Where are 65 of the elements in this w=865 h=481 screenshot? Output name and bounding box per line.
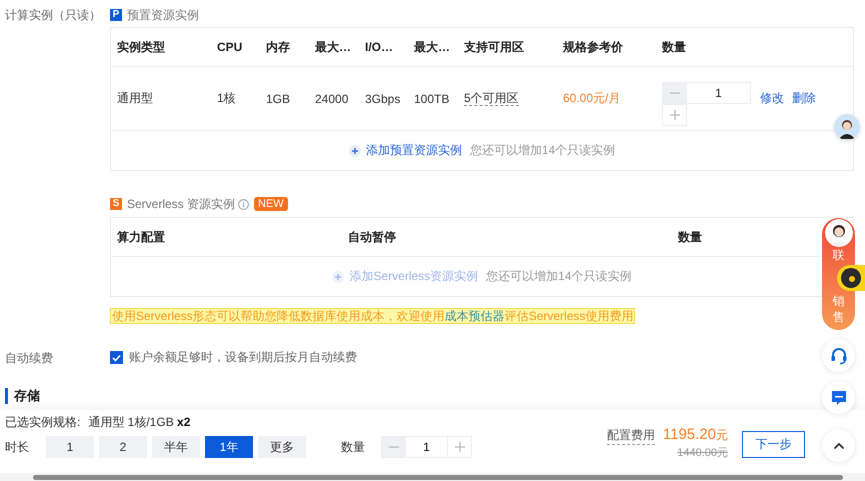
checkbox[interactable] (110, 351, 123, 364)
widget-text: 联 (832, 247, 844, 263)
column-header: I/O… (365, 40, 394, 54)
next-button[interactable]: 下一步 (742, 430, 805, 458)
spec-label: 已选实例规格: (5, 414, 80, 430)
action-link[interactable]: 修改 (760, 90, 784, 107)
table-cell-text: 1核 (217, 90, 237, 107)
add-instance-link[interactable]: 添加预置资源实例 (348, 142, 462, 159)
widget-text: 售 (832, 309, 844, 325)
table-cell-text: 通用型 (117, 90, 154, 107)
notice-banner: 使用Serverless形态可以帮助您降低数据库使用成本，欢迎使用成本预估器评估Serverless使用费用 (110, 308, 636, 324)
duration-option[interactable]: 1年 (205, 436, 253, 458)
section-heading: 存储 (14, 387, 40, 405)
quantity-label: 数量 (341, 438, 365, 456)
avatar-icon[interactable] (834, 114, 860, 140)
checkbox-label: 账户余额足够时，设备到期后按月自动续费 (129, 349, 357, 366)
duration-option[interactable]: 1 (46, 436, 94, 458)
table-cell-text: 1GB (266, 92, 292, 106)
quantity-field[interactable]: 1 (406, 436, 447, 458)
column-header: 算力配置 (117, 228, 166, 246)
s-badge: S (110, 198, 122, 210)
section-label: 计算实例（只读） (4, 7, 102, 24)
spec-value: 通用型 1核/1GB x2 (88, 414, 190, 430)
column-header: 规格参考价 (563, 38, 624, 56)
action-link[interactable]: 删除 (792, 90, 816, 107)
column-header: CPU (217, 40, 244, 54)
plus-circle-icon (332, 270, 344, 282)
plus-icon (670, 110, 680, 120)
section-title: Serverless 资源实例 (127, 196, 236, 212)
zones-link[interactable]: 5个可用区 (464, 91, 519, 106)
plus-icon (454, 442, 464, 452)
info-icon[interactable] (238, 198, 250, 210)
horizontal-scrollbar[interactable] (0, 473, 865, 481)
column-header: 实例类型 (117, 38, 166, 56)
field-label: 自动续费 (4, 350, 54, 366)
column-header: 内存 (266, 38, 291, 56)
duration-label: 时长 (5, 438, 30, 456)
column-header: 数量 (678, 228, 703, 246)
plus-circle-icon (348, 144, 361, 156)
duration-option[interactable]: 半年 (152, 436, 200, 458)
contact-sales-widget[interactable]: 联 销 售 (822, 218, 855, 330)
duration-option[interactable]: 2 (99, 436, 147, 458)
section-title: 预置资源实例 (127, 6, 199, 24)
price-text: 60.00元/月 (563, 90, 622, 107)
column-header: 最大… (315, 38, 352, 56)
hint-text: 您还可以增加14个只读实例 (470, 142, 616, 159)
p-badge: P (110, 9, 122, 21)
hint-text: 您还可以增加14个只读实例 (486, 268, 632, 285)
duration-option[interactable]: 更多 (258, 436, 306, 458)
column-header: 自动暂停 (348, 228, 397, 246)
table-cell-text: 24000 (315, 92, 350, 106)
quantity-field[interactable]: 1 (687, 82, 751, 104)
fee-label: 配置费用 (606, 427, 655, 445)
new-tag: NEW (254, 197, 288, 211)
column-header: 最大… (414, 38, 451, 56)
original-price: 1440.00元 (677, 446, 728, 460)
total-price: 1195.20元 (662, 426, 728, 444)
column-header: 数量 (662, 38, 687, 56)
estimator-link[interactable]: 成本预估器 (444, 309, 505, 323)
widget-text: 销 (832, 293, 844, 309)
table-cell-text: 3Gbps (365, 92, 402, 106)
headset-icon[interactable] (822, 339, 855, 372)
column-header: 支持可用区 (464, 38, 525, 56)
chat-icon[interactable] (822, 381, 855, 414)
table-cell-text: 100TB (414, 92, 450, 106)
